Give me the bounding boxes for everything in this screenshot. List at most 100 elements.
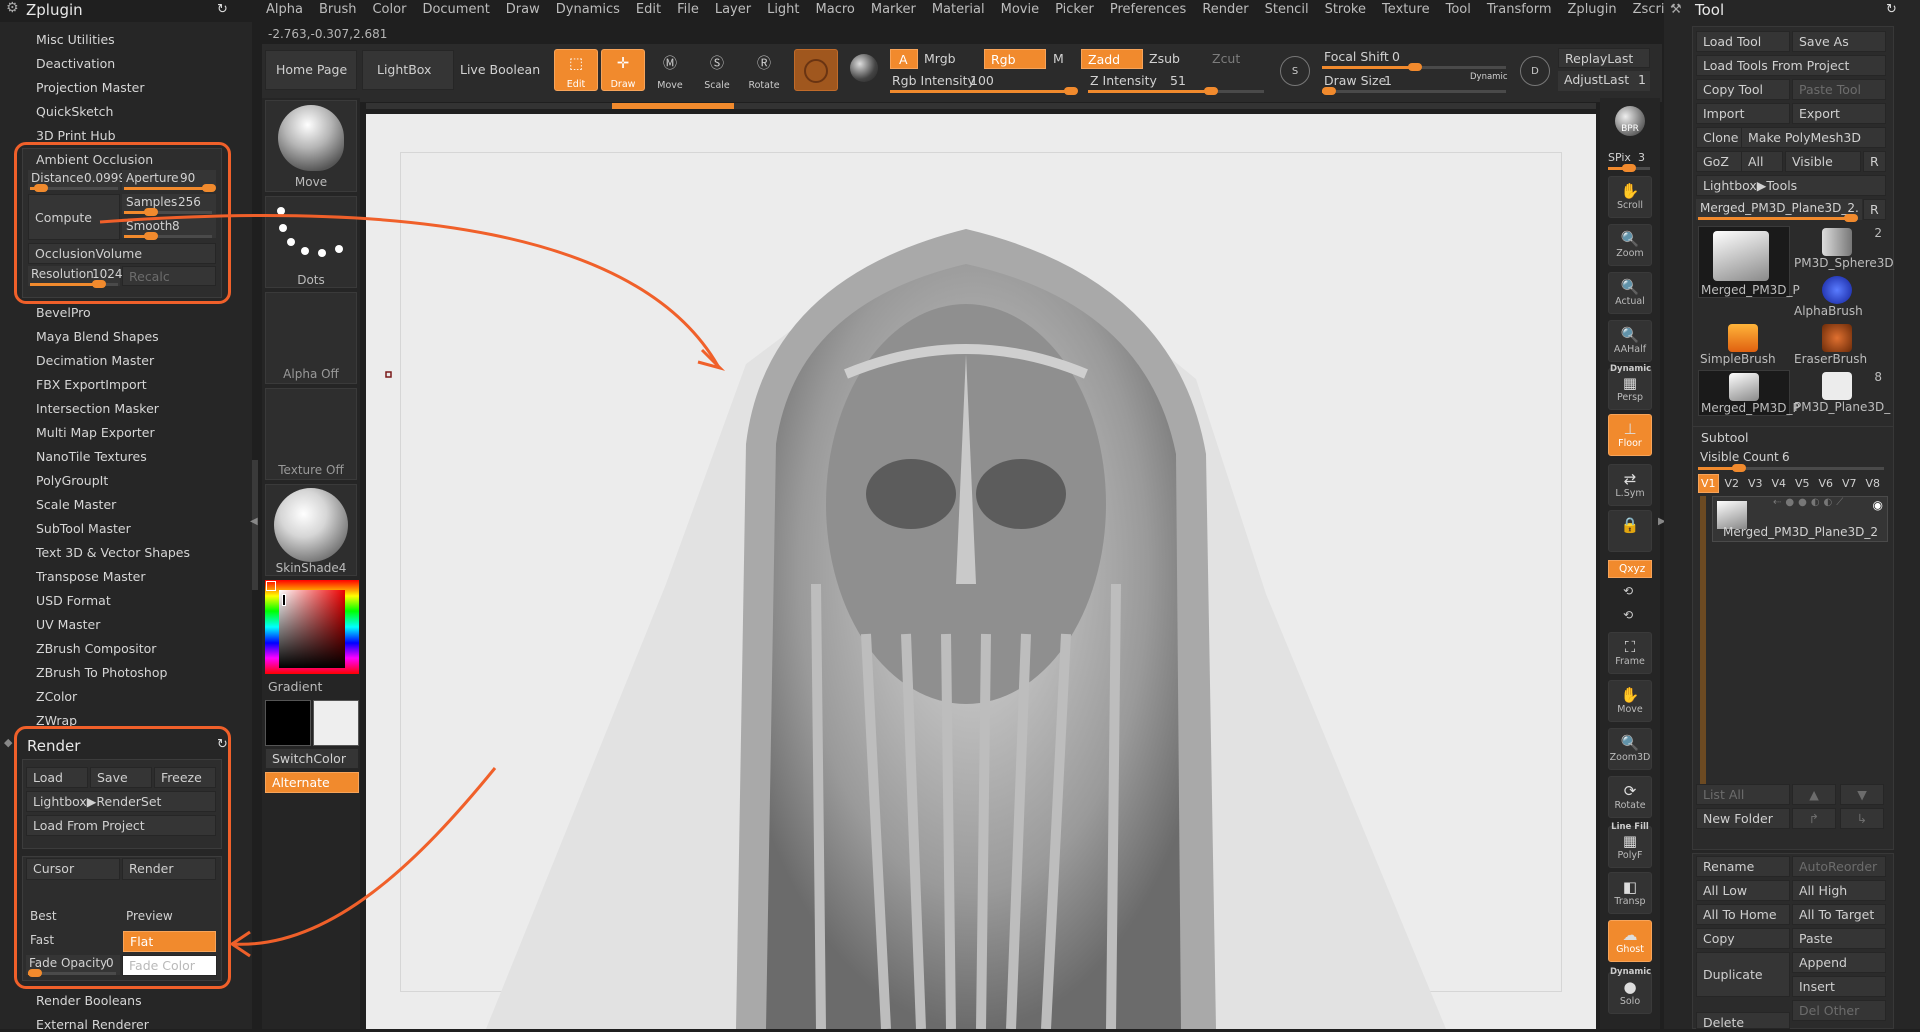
alternate-button[interactable]: Alternate <box>265 772 359 793</box>
secondary-color-swatch[interactable] <box>313 700 359 746</box>
menu-file[interactable]: File <box>677 2 699 17</box>
plugin-item-maya-blend-shapes[interactable]: Maya Blend Shapes <box>36 329 159 344</box>
tool-thumbnail[interactable]: AlphaBrush <box>1792 274 1884 320</box>
mrgb-button[interactable]: Mrgb <box>924 51 956 66</box>
plugin-item-multi-map-exporter[interactable]: Multi Map Exporter <box>36 425 155 440</box>
solo-button[interactable]: ● Solo <box>1608 972 1652 1014</box>
stroke-dots-thumbnail[interactable]: Dots <box>265 196 357 288</box>
scroll-button[interactable]: ✋ Scroll <box>1608 176 1652 218</box>
floor-button[interactable]: ⊥ Floor <box>1608 414 1652 456</box>
axis-rotate-icon-1[interactable]: ⟲ <box>1623 584 1633 598</box>
plugin-item-decimation-master[interactable]: Decimation Master <box>36 353 154 368</box>
viewport-rotate-button[interactable]: ⟳ Rotate <box>1608 776 1652 818</box>
lightbox-button[interactable]: LightBox <box>362 50 454 90</box>
new-folder-button[interactable]: New Folder <box>1696 808 1790 829</box>
plugin-item-render-booleans[interactable]: Render Booleans <box>36 993 142 1008</box>
panel-refresh-icon[interactable]: ↻ <box>217 2 228 17</box>
del-other-button[interactable]: Del Other <box>1792 1000 1886 1021</box>
adjust-last-slider[interactable]: AdjustLast 1 <box>1558 71 1650 91</box>
menu-texture[interactable]: Texture <box>1382 2 1430 17</box>
focal-shift-s-icon[interactable]: S <box>1280 56 1310 86</box>
move-down-button[interactable]: ▼ <box>1840 784 1884 805</box>
transp-button[interactable]: ◧ Transp <box>1608 872 1652 914</box>
all-low-button[interactable]: All Low <box>1696 880 1790 901</box>
plugin-item-bevelpro[interactable]: BevelPro <box>36 305 91 320</box>
save-as-button[interactable]: Save As <box>1792 31 1886 52</box>
zsub-button[interactable]: Zsub <box>1149 51 1180 66</box>
copy-button[interactable]: Copy <box>1696 928 1790 949</box>
menu-movie[interactable]: Movie <box>1001 2 1039 17</box>
menu-tool[interactable]: Tool <box>1446 2 1471 17</box>
zadd-button[interactable]: Zadd <box>1081 49 1143 69</box>
tool-thumbnail[interactable]: SimpleBrush <box>1698 322 1790 368</box>
switch-color-button[interactable]: SwitchColor <box>265 748 359 769</box>
rename-button[interactable]: Rename <box>1696 856 1790 877</box>
material-thumbnail[interactable]: SkinShade4 <box>265 484 357 576</box>
axis-rotate-icon-2[interactable]: ⟲ <box>1623 608 1633 622</box>
color-picker-square[interactable] <box>279 590 345 668</box>
plugin-item-fbx-exportimport[interactable]: FBX ExportImport <box>36 377 147 392</box>
persp-button[interactable]: ▦ Persp <box>1608 368 1652 410</box>
menu-color[interactable]: Color <box>372 2 406 17</box>
plugin-item-misc-utilities[interactable]: Misc Utilities <box>36 32 115 47</box>
insert-button[interactable]: Insert <box>1792 976 1886 997</box>
rotate-button[interactable]: Ⓡ Rotate <box>742 49 786 91</box>
plugin-item-deactivation[interactable]: Deactivation <box>36 56 115 71</box>
move-button[interactable]: Ⓜ Move <box>648 49 692 91</box>
color-picker[interactable] <box>265 580 359 674</box>
copy-tool-button[interactable]: Copy Tool <box>1696 79 1790 100</box>
bpr-button[interactable]: BPR <box>1610 104 1650 144</box>
all-high-button[interactable]: All High <box>1792 880 1886 901</box>
live-boolean-button[interactable]: Live Boolean <box>460 62 540 77</box>
plugin-item-nanotile-textures[interactable]: NanoTile Textures <box>36 449 147 464</box>
menu-zplugin[interactable]: Zplugin <box>1568 2 1617 17</box>
make-polymesh-button[interactable]: Make PolyMesh3D <box>1741 127 1886 148</box>
plugin-item-transpose-master[interactable]: Transpose Master <box>36 569 145 584</box>
menu-layer[interactable]: Layer <box>715 2 751 17</box>
zoom3d-button[interactable]: 🔍 Zoom3D <box>1608 728 1652 770</box>
menu-alpha[interactable]: Alpha <box>266 2 303 17</box>
zcut-button[interactable]: Zcut <box>1212 51 1240 66</box>
append-button[interactable]: Append <box>1792 952 1886 973</box>
menu-draw[interactable]: Draw <box>506 2 540 17</box>
subtool-tab-v7[interactable]: V7 <box>1839 474 1860 493</box>
subtool-item[interactable]: ◉ ⇠●●◐◐⟋ Merged_PM3D_Plane3D_2 <box>1712 496 1888 542</box>
subtool-eye-icon[interactable]: ◉ <box>1873 498 1883 512</box>
replay-last-button[interactable]: ReplayLast <box>1558 48 1650 68</box>
tool-thumbnail[interactable]: Merged_PM3D_P <box>1698 226 1800 298</box>
tool-thumbnail[interactable]: EraserBrush <box>1792 322 1884 368</box>
menu-document[interactable]: Document <box>422 2 489 17</box>
plugin-item-intersection-masker[interactable]: Intersection Masker <box>36 401 159 416</box>
move-up-button[interactable]: ▲ <box>1792 784 1836 805</box>
plugin-item-zbrush-compositor[interactable]: ZBrush Compositor <box>36 641 156 656</box>
subtool-toggle-icons[interactable]: ⇠●●◐◐⟋ <box>1773 497 1847 508</box>
menu-dynamics[interactable]: Dynamics <box>556 2 620 17</box>
export-button[interactable]: Export <box>1792 103 1886 124</box>
draw-d-icon[interactable]: D <box>1520 56 1550 86</box>
all-to-target-button[interactable]: All To Target <box>1792 904 1886 925</box>
xyz-symmetry-button[interactable]: Qxyz <box>1608 560 1652 578</box>
main-color-swatch[interactable] <box>265 700 311 746</box>
all-to-home-button[interactable]: All To Home <box>1696 904 1790 925</box>
tool-panel-refresh-icon[interactable]: ↻ <box>1886 2 1897 17</box>
alpha-off-thumbnail[interactable]: Alpha Off <box>265 292 357 384</box>
plugin-item-projection-master[interactable]: Projection Master <box>36 80 144 95</box>
auto-reorder-button[interactable]: AutoReorder <box>1792 856 1886 877</box>
gradient-label[interactable]: Gradient <box>268 679 322 694</box>
clone-button[interactable]: Clone <box>1696 127 1746 148</box>
tool-thumbnail[interactable]: PM3D_Plane3D_ 8 <box>1792 370 1890 416</box>
load-tools-from-project-button[interactable]: Load Tools From Project <box>1696 55 1886 76</box>
home-page-button[interactable]: Home Page <box>265 50 357 90</box>
plugin-item-zbrush-to-photoshop[interactable]: ZBrush To Photoshop <box>36 665 167 680</box>
plugin-item-external-renderer[interactable]: External Renderer <box>36 1017 149 1032</box>
subtool-tab-v1[interactable]: V1 <box>1698 474 1719 493</box>
plugin-item-scale-master[interactable]: Scale Master <box>36 497 116 512</box>
polyf-button[interactable]: ▦ PolyF <box>1608 826 1652 868</box>
menu-brush[interactable]: Brush <box>319 2 357 17</box>
list-all-button[interactable]: List All <box>1696 784 1790 805</box>
dynamic-draw-size-label[interactable]: Dynamic <box>1470 72 1508 82</box>
plugin-item-usd-format[interactable]: USD Format <box>36 593 111 608</box>
menu-material[interactable]: Material <box>932 2 985 17</box>
lock-button[interactable]: 🔒 <box>1608 510 1652 552</box>
subtool-tab-v3[interactable]: V3 <box>1745 474 1766 493</box>
